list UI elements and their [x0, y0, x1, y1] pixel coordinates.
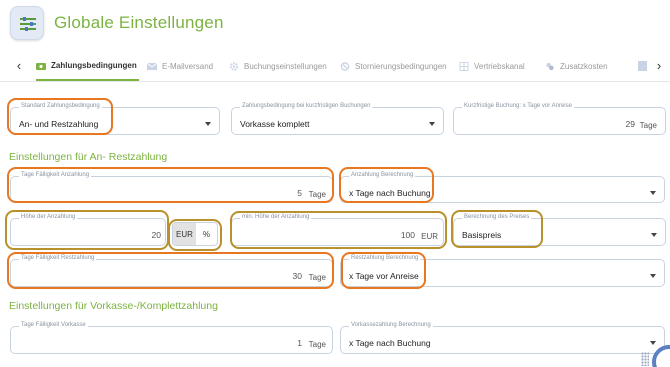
field-value: 30 — [292, 271, 302, 281]
chevron-down-icon — [429, 122, 435, 126]
field-label: Tage Fälligkeit Restzahlung — [19, 255, 97, 261]
tab-label: Vertriebskanal — [474, 62, 525, 71]
tab-stornierungsbedingungen[interactable]: Stornierungsbedingungen — [340, 52, 447, 81]
field-value: 100 — [400, 230, 415, 240]
currency-percent-toggle[interactable]: EUR % — [172, 222, 218, 246]
tab-e-mailversand[interactable]: E-Mailversand — [147, 52, 213, 81]
chevron-down-icon — [205, 122, 211, 126]
tab-buchungseinstellungen[interactable]: Buchungseinstellungen — [229, 52, 327, 81]
settings-sliders-icon — [10, 6, 44, 40]
deposit-amount-input[interactable]: Höhe der Anzahlung 20 — [10, 214, 166, 246]
tab-vertriebskanal[interactable]: Vertriebskanal — [459, 52, 525, 81]
field-label: Anzahlung Berechnung — [349, 172, 416, 178]
field-value: 5 — [297, 188, 302, 198]
tab-label: Zusatzkosten — [560, 62, 608, 71]
field-value: 29 — [625, 119, 635, 129]
tab-extra-icon — [638, 61, 647, 71]
field-unit: EUR — [421, 232, 438, 241]
field-unit: Tage — [308, 273, 326, 282]
chevron-down-icon — [650, 191, 656, 195]
tab-scroll-right-icon[interactable]: › — [652, 58, 666, 73]
chevron-down-icon — [651, 233, 657, 237]
field-unit: Tage — [308, 190, 326, 199]
min-deposit-input[interactable]: min. Höhe der Anzahlung 100 EUR — [231, 214, 444, 246]
tab-label: Stornierungsbedingungen — [355, 62, 447, 71]
deposit-due-days-input[interactable]: Tage Fälligkeit Anzahlung 5 Tage — [10, 172, 333, 203]
field-label: Standard Zahlungsbedingung — [19, 103, 102, 109]
chevron-down-icon — [650, 341, 656, 345]
chevron-down-icon — [650, 274, 656, 278]
money-icon — [36, 63, 46, 70]
gear-icon — [229, 62, 239, 71]
page-title: Globale Einstellungen — [54, 13, 224, 32]
tab-zusatzkosten[interactable]: Zusatzkosten — [545, 52, 608, 81]
standard-payment-condition-select[interactable]: Standard Zahlungsbedingung An- und Restz… — [10, 103, 220, 135]
field-unit: Tage — [639, 121, 657, 130]
field-value: An- und Restzahlung — [19, 119, 99, 129]
section-title-vorkasse: Einstellungen für Vorkasse-/Komplettzahl… — [9, 300, 218, 312]
grid-icon — [459, 62, 469, 71]
tab-zahlungsbedingungen[interactable]: Zahlungsbedingungen — [36, 52, 139, 81]
section-title-an-restzahlung: Einstellungen für An- Restzahlung — [9, 151, 168, 163]
short-term-days-input[interactable]: Kurzfristige Buchung: x Tage vor Anreise… — [453, 103, 666, 135]
page-header: Globale Einstellungen — [0, 0, 670, 48]
field-label: Kurzfristige Buchung: x Tage vor Anreise — [462, 103, 574, 109]
drag-handle-icon[interactable] — [641, 352, 649, 366]
cost-icon — [546, 62, 554, 71]
field-label: min. Höhe der Anzahlung — [240, 214, 312, 220]
tab-label: E-Mailversand — [162, 62, 214, 71]
field-value: 20 — [151, 230, 161, 240]
mail-icon — [147, 62, 157, 70]
field-label: Berechnung des Preises — [462, 214, 532, 220]
field-value: x Tage vor Anreise — [349, 271, 419, 281]
rest-calculation-select[interactable]: Restzahlung Berechnung x Tage vor Anreis… — [340, 255, 665, 287]
prepayment-due-days-input[interactable]: Tage Fälligkeit Vorkasse 1 Tage — [10, 322, 333, 354]
tab-scroll-left-icon[interactable]: ‹ — [12, 58, 26, 73]
field-value: 1 — [297, 338, 302, 348]
field-value: Basispreis — [462, 230, 502, 240]
tab-label: Zahlungsbedingungen — [51, 61, 137, 70]
tab-label: Buchungseinstellungen — [244, 62, 327, 71]
field-label: Restzahlung Berechnung — [349, 255, 421, 261]
toggle-option-percent[interactable]: % — [196, 223, 217, 245]
field-label: Tage Fälligkeit Vorkasse — [19, 322, 88, 328]
field-label: Tage Fälligkeit Anzahlung — [19, 172, 92, 178]
field-unit: Tage — [308, 340, 326, 349]
field-label: Vorkassezahlung Berechnung — [349, 322, 433, 328]
field-value: Vorkasse komplett — [240, 119, 310, 129]
field-value: x Tage nach Buchung — [349, 188, 431, 198]
short-term-payment-condition-select[interactable]: Zahlungsbedingung bei kurzfristigen Buch… — [231, 103, 444, 135]
tab-bar: ‹ Zahlungsbedingungen E-Mailversand Buch… — [0, 52, 670, 82]
toggle-option-eur[interactable]: EUR — [173, 223, 196, 245]
prepayment-calculation-select[interactable]: Vorkassezahlung Berechnung x Tage nach B… — [340, 322, 665, 354]
deposit-calculation-select[interactable]: Anzahlung Berechnung x Tage nach Buchung — [340, 172, 665, 203]
field-label: Zahlungsbedingung bei kurzfristigen Buch… — [240, 103, 373, 109]
price-calculation-select[interactable]: Berechnung des Preises Basispreis — [453, 214, 666, 246]
field-label: Höhe der Anzahlung — [19, 214, 78, 220]
rest-due-days-input[interactable]: Tage Fälligkeit Restzahlung 30 Tage — [10, 255, 333, 287]
field-value: x Tage nach Buchung — [349, 338, 431, 348]
cancel-icon — [340, 62, 350, 71]
